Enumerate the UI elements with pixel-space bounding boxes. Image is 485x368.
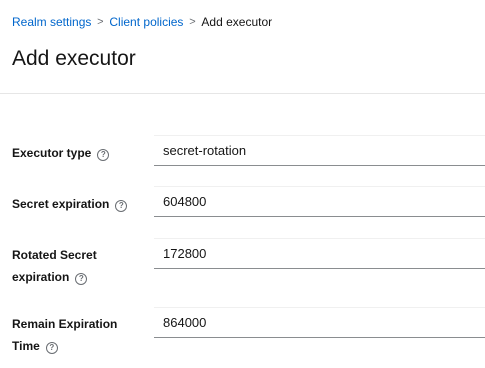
chevron-right-icon: > xyxy=(97,16,104,28)
page-header: Realm settings > Client policies > Add e… xyxy=(0,0,485,94)
rotated-secret-expiration-label-line2: expiration xyxy=(12,270,70,284)
executor-type-input[interactable] xyxy=(154,135,485,166)
executor-type-label: Executor type? xyxy=(12,142,147,164)
secret-expiration-label-text: Secret expiration xyxy=(12,197,110,211)
add-executor-page: Realm settings > Client policies > Add e… xyxy=(0,0,485,368)
page-title: Add executor xyxy=(12,47,136,70)
executor-form: Executor type? Secret expiration? Rotate… xyxy=(0,94,485,368)
remain-expiration-time-label: Remain Expiration Time? xyxy=(12,313,147,357)
remain-expiration-time-input[interactable] xyxy=(154,307,485,338)
help-icon[interactable]: ? xyxy=(75,273,88,285)
breadcrumb-current: Add executor xyxy=(201,15,273,29)
chevron-right-icon: > xyxy=(189,16,196,28)
secret-expiration-input[interactable] xyxy=(154,186,485,217)
help-icon[interactable]: ? xyxy=(115,200,128,212)
breadcrumb-client-policies[interactable]: Client policies xyxy=(109,14,183,30)
secret-expiration-label: Secret expiration? xyxy=(12,193,147,215)
help-icon[interactable]: ? xyxy=(45,342,58,354)
rotated-secret-expiration-label-line1: Rotated Secret xyxy=(12,248,97,262)
breadcrumb: Realm settings > Client policies > Add e… xyxy=(12,14,272,30)
rotated-secret-expiration-label: Rotated Secret expiration? xyxy=(12,244,147,288)
remain-expiration-time-label-line2: Time xyxy=(12,339,40,353)
rotated-secret-expiration-input[interactable] xyxy=(154,238,485,269)
executor-type-label-text: Executor type xyxy=(12,146,92,160)
breadcrumb-realm-settings[interactable]: Realm settings xyxy=(12,14,91,30)
remain-expiration-time-label-line1: Remain Expiration xyxy=(12,317,118,331)
help-icon[interactable]: ? xyxy=(97,149,110,161)
